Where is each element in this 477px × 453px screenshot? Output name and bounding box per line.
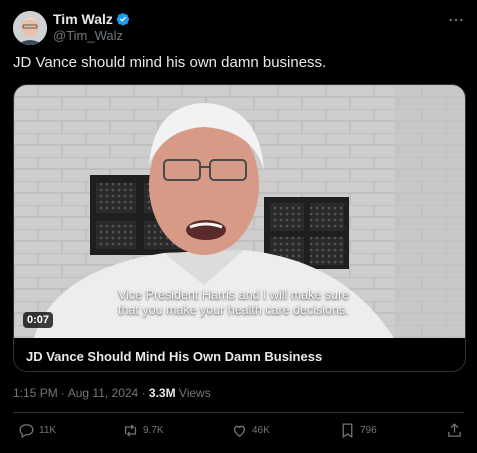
reply-icon [19,424,34,439]
bookmark-count: 796 [360,425,377,436]
repost-count: 9.7K [143,425,164,436]
views-count: 3.3M [148,386,176,400]
caption-line-2: that you make your health care decisions… [118,303,349,317]
divider [13,412,464,413]
tweet-text: JD Vance should mind his own damn busine… [13,54,327,71]
bookmark-icon [342,423,353,439]
video-duration: 0:07 [23,312,54,328]
display-name[interactable]: Tim Walz [53,11,113,27]
share-button[interactable] [446,422,463,439]
verified-badge-icon [116,13,130,26]
tweet: Tim Walz @Tim_Walz JD Vance should mind … [0,0,477,453]
views-label: Views [175,386,211,400]
avatar-image [13,11,47,45]
tweet-meta: 1:15 PM · Aug 11, 2024 · 3.3M Views [13,386,211,400]
caption-line-1: Vice President Harris and I will make su… [118,288,350,302]
share-icon [448,423,461,437]
tweet-time[interactable]: 1:15 PM [13,386,58,400]
heart-icon [233,425,246,437]
reply-count: 11K [39,425,57,436]
video-card[interactable]: Vice President Harris and I will make su… [13,84,466,372]
reply-button[interactable]: 11K [18,422,56,439]
video-player[interactable]: Vice President Harris and I will make su… [14,85,465,338]
more-options-icon[interactable] [447,11,465,29]
like-count: 46K [252,425,270,436]
bookmark-button[interactable]: 796 [339,422,377,439]
repost-icon [124,424,137,437]
meta-separator: · [57,386,68,400]
avatar[interactable] [13,11,47,45]
handle[interactable]: @Tim_Walz [53,28,123,43]
video-caption: Vice President Harris and I will make su… [118,288,408,318]
action-bar: 11K 9.7K 46K 796 [0,422,477,444]
video-title[interactable]: JD Vance Should Mind His Own Damn Busine… [26,349,322,364]
meta-separator-2: · [138,386,149,400]
author-name-row[interactable]: Tim Walz [53,11,130,27]
like-button[interactable]: 46K [231,422,270,439]
repost-button[interactable]: 9.7K [122,422,164,439]
tweet-date[interactable]: Aug 11, 2024 [68,386,139,400]
